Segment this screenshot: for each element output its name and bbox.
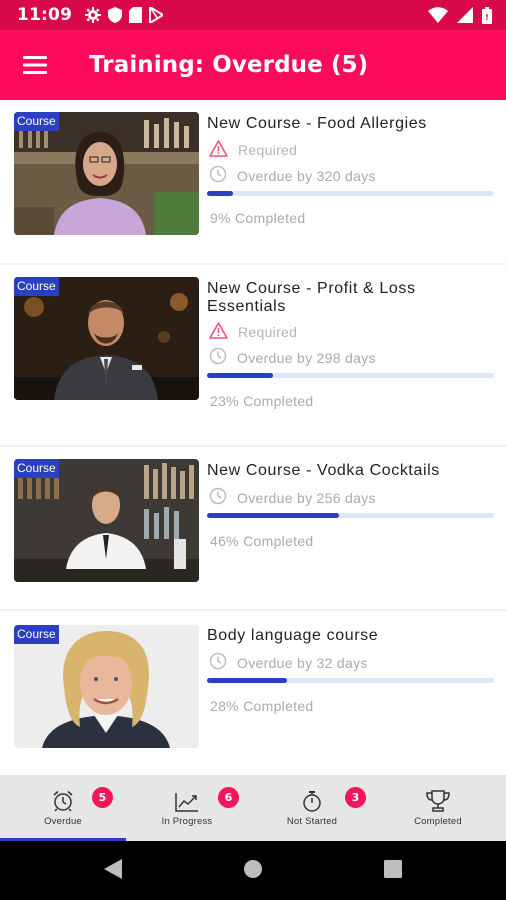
tab-badge: 6 — [218, 787, 239, 808]
required-label: Required — [238, 324, 298, 340]
progress-fill — [207, 678, 288, 683]
clock-icon — [209, 652, 227, 673]
battery-icon: ! — [482, 6, 492, 24]
course-title-line: Essentials — [207, 298, 286, 315]
course-title-line: New Course - Food Allergies — [207, 115, 427, 132]
svg-text:!: ! — [485, 13, 489, 22]
tab-not-started[interactable]: 3 Not Started — [249, 775, 375, 841]
warning-icon — [209, 140, 228, 160]
tab-badge: 3 — [345, 787, 366, 808]
trending-chart-icon — [175, 792, 199, 816]
clock-icon — [209, 347, 227, 368]
course-title[interactable]: New Course - Vodka Cocktails — [207, 462, 497, 480]
required-label: Required — [238, 142, 298, 158]
course-thumbnail[interactable]: Course — [14, 277, 199, 400]
tab-completed[interactable]: Completed — [375, 775, 501, 841]
tab-badge: 5 — [92, 787, 113, 808]
overdue-label: Overdue by 320 days — [237, 167, 376, 184]
warning-icon — [209, 322, 228, 342]
course-badge: Course — [14, 459, 59, 478]
overdue-row: Overdue by 320 days — [209, 165, 376, 186]
system-navigation-bar — [0, 841, 506, 900]
overdue-label: Overdue by 32 days — [237, 654, 368, 671]
trophy-icon — [425, 790, 451, 816]
overdue-row: Overdue by 32 days — [209, 652, 368, 673]
overdue-label: Overdue by 256 days — [237, 489, 376, 506]
status-time: 11:09 — [17, 5, 73, 25]
course-badge: Course — [14, 625, 59, 644]
course-card[interactable]: Course New Course - Food Allergies Requi… — [0, 100, 506, 263]
tab-overdue[interactable]: 5 Overdue — [0, 775, 126, 841]
hamburger-menu-icon[interactable] — [0, 30, 70, 100]
course-title[interactable]: New Course - Profit & Loss Essentials — [207, 280, 497, 316]
course-title[interactable]: Body language course — [207, 627, 497, 645]
progress-fill — [207, 513, 340, 518]
wifi-icon — [428, 7, 448, 23]
required-row: Required — [209, 140, 297, 160]
completed-label: 28% Completed — [210, 698, 314, 714]
stopwatch-icon — [301, 790, 323, 816]
progress-bar — [207, 373, 494, 378]
progress-fill — [207, 191, 233, 196]
shield-icon — [108, 7, 123, 23]
back-icon[interactable] — [103, 858, 123, 884]
course-thumbnail[interactable]: Course — [14, 625, 199, 748]
overdue-label: Overdue by 298 days — [237, 349, 376, 366]
alarm-clock-icon — [52, 790, 74, 816]
tab-label: Overdue — [44, 816, 82, 827]
clock-icon — [209, 487, 227, 508]
completed-label: 46% Completed — [210, 533, 314, 549]
tab-label: Not Started — [286, 816, 338, 827]
course-title[interactable]: New Course - Food Allergies — [207, 115, 497, 133]
bottom-tab-bar: 5 Overdue 6 In Progress 3 Not Started Co… — [0, 775, 506, 841]
signal-icon — [457, 7, 473, 23]
course-list[interactable]: Course New Course - Food Allergies Requi… — [0, 100, 506, 775]
sd-card-icon — [129, 7, 143, 23]
status-bar: 11:09 ! — [0, 0, 506, 30]
course-card[interactable]: Course Body language course Overdue by 3… — [0, 611, 506, 775]
course-card[interactable]: Course New Course - Profit & Loss Essent… — [0, 265, 506, 445]
course-thumbnail[interactable]: Course — [14, 112, 199, 235]
overdue-row: Overdue by 298 days — [209, 347, 376, 368]
progress-bar — [207, 678, 494, 683]
home-icon[interactable] — [243, 859, 263, 883]
page-title: Training: Overdue (5) — [89, 52, 369, 78]
tab-label: In Progress — [161, 816, 213, 827]
completed-label: 23% Completed — [210, 393, 314, 409]
progress-bar — [207, 191, 494, 196]
course-card[interactable]: Course New Course - Vodka Cocktails Over… — [0, 447, 506, 609]
course-title-line: Body language course — [207, 627, 379, 644]
play-store-icon — [149, 7, 164, 23]
course-title-line: New Course - Vodka Cocktails — [207, 462, 440, 479]
tab-label: Completed — [414, 816, 462, 827]
course-badge: Course — [14, 112, 59, 131]
clock-icon — [209, 165, 227, 186]
progress-fill — [207, 373, 273, 378]
required-row: Required — [209, 322, 297, 342]
course-badge: Course — [14, 277, 59, 296]
app-bar: Training: Overdue (5) — [0, 30, 506, 100]
tab-in-progress[interactable]: 6 In Progress — [124, 775, 250, 841]
gear-icon — [85, 7, 102, 23]
recents-icon[interactable] — [384, 859, 402, 882]
completed-label: 9% Completed — [210, 210, 306, 226]
progress-bar — [207, 513, 494, 518]
course-thumbnail[interactable]: Course — [14, 459, 199, 582]
course-title-line: New Course - Profit & Loss — [207, 280, 416, 297]
overdue-row: Overdue by 256 days — [209, 487, 376, 508]
